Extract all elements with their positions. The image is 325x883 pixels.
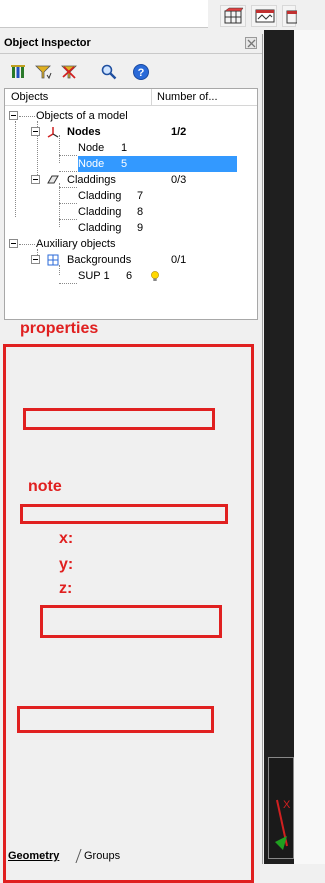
tree-row-label: Backgrounds — [67, 254, 132, 266]
svg-text:?: ? — [138, 67, 145, 79]
tree-row-number: 1 — [121, 142, 128, 154]
column-header-objects[interactable]: Objects — [11, 91, 48, 103]
object-inspector-panel: Object Inspector ? Objects Number of... … — [0, 34, 263, 883]
panel-title: Object Inspector — [4, 37, 91, 49]
tree-row-label: Cladding — [78, 190, 122, 202]
tree-row-cladding-9[interactable]: Cladding 9 — [5, 220, 257, 236]
background-icon — [47, 254, 59, 266]
tree-row-nodes[interactable]: Nodes 1/2 — [5, 124, 257, 140]
clear-filter-icon[interactable] — [60, 63, 78, 81]
node-icon — [47, 127, 59, 138]
collapse-toggle[interactable] — [31, 175, 40, 184]
y-label: y: — [59, 556, 74, 573]
tree-connector — [19, 244, 35, 245]
tree-row-label: Node — [78, 158, 105, 170]
viewport-area[interactable] — [264, 30, 294, 864]
properties-label: properties — [20, 320, 99, 337]
collapse-toggle[interactable] — [9, 239, 18, 248]
axes-icon: X — [275, 799, 291, 850]
columns-icon[interactable] — [9, 63, 27, 81]
section-icon — [255, 9, 275, 23]
tab-geometry[interactable]: Geometry — [8, 850, 59, 862]
tab-groups[interactable]: Groups — [84, 850, 120, 862]
tree-row-count: 0/3 — [171, 174, 187, 186]
frame-3d-icon — [224, 7, 244, 24]
collapse-toggle[interactable] — [31, 127, 40, 136]
frame-view-button[interactable] — [220, 5, 246, 27]
object-tree: Objects Number of... Objects of a model — [4, 88, 258, 320]
search-icon[interactable] — [100, 63, 118, 81]
tree-row-number: 5 — [121, 158, 128, 170]
lightbulb-icon[interactable] — [149, 270, 161, 282]
tree-row-cladding-7[interactable]: Cladding 7 — [5, 188, 257, 204]
tree-row-number: 6 — [126, 270, 133, 282]
tree-row-claddings[interactable]: Claddings 0/3 — [5, 172, 257, 188]
property-field-1[interactable] — [23, 408, 215, 430]
note-label: note — [28, 478, 62, 495]
inspector-toolbar: ? — [0, 60, 262, 84]
close-icon — [247, 39, 256, 48]
tree-row-label: Cladding — [78, 206, 122, 218]
tree-row-number: 7 — [137, 190, 144, 202]
tree-row-auxiliary-objects[interactable]: Auxiliary objects — [5, 236, 257, 252]
help-icon[interactable]: ? — [132, 63, 150, 81]
tree-row-label: Node — [78, 142, 105, 154]
tree-connector — [19, 116, 35, 117]
tree-row-label: Claddings — [67, 174, 116, 186]
tree-row-label: Auxiliary objects — [36, 238, 116, 250]
toolbar-blank-area — [0, 0, 208, 28]
tree-row-cladding-8[interactable]: Cladding 8 — [5, 204, 257, 220]
collapse-toggle[interactable] — [31, 255, 40, 264]
tree-row-node-5[interactable]: Node 5 — [5, 156, 257, 172]
column-header-number[interactable]: Number of... — [157, 91, 218, 103]
tree-row-backgrounds[interactable]: Backgrounds 0/1 — [5, 252, 257, 268]
section-view-button[interactable] — [251, 5, 277, 27]
tree-row-node-1[interactable]: Node 1 — [5, 140, 257, 156]
frame-icon — [286, 10, 297, 24]
panel-header: Object Inspector — [0, 34, 262, 54]
filter-icon[interactable] — [34, 63, 52, 81]
tree-row-number: 9 — [137, 222, 144, 234]
tree-row-count: 1/2 — [171, 126, 187, 138]
bottom-tabs: Geometry Groups — [4, 849, 260, 864]
tree-row-label: Objects of a model — [36, 110, 128, 122]
tree-header: Objects Number of... — [5, 89, 257, 106]
close-button[interactable] — [245, 37, 257, 49]
tree-row-count: 0/1 — [171, 254, 187, 266]
x-label: x: — [59, 530, 74, 547]
tree-row-sup-1[interactable]: SUP 1 6 — [5, 268, 257, 284]
top-toolbar — [0, 0, 325, 30]
partial-toolbar-button[interactable] — [282, 5, 297, 27]
axis-indicator: X — [268, 757, 294, 859]
coordinates-field[interactable] — [40, 605, 222, 638]
cladding-icon — [47, 175, 59, 184]
collapse-toggle[interactable] — [9, 111, 18, 120]
tab-separator — [75, 849, 82, 863]
note-field[interactable] — [20, 504, 228, 524]
tree-row-label: SUP 1 — [78, 270, 110, 282]
z-label: z: — [59, 580, 73, 597]
tree-row-number: 8 — [137, 206, 144, 218]
property-field-2[interactable] — [17, 706, 214, 733]
column-divider[interactable] — [151, 89, 152, 106]
tree-row-objects-of-a-model[interactable]: Objects of a model — [5, 108, 257, 124]
tree-row-label: Nodes — [67, 126, 101, 138]
viewport-side-strip — [294, 30, 325, 864]
svg-text:X: X — [283, 799, 291, 811]
tree-row-label: Cladding — [78, 222, 122, 234]
